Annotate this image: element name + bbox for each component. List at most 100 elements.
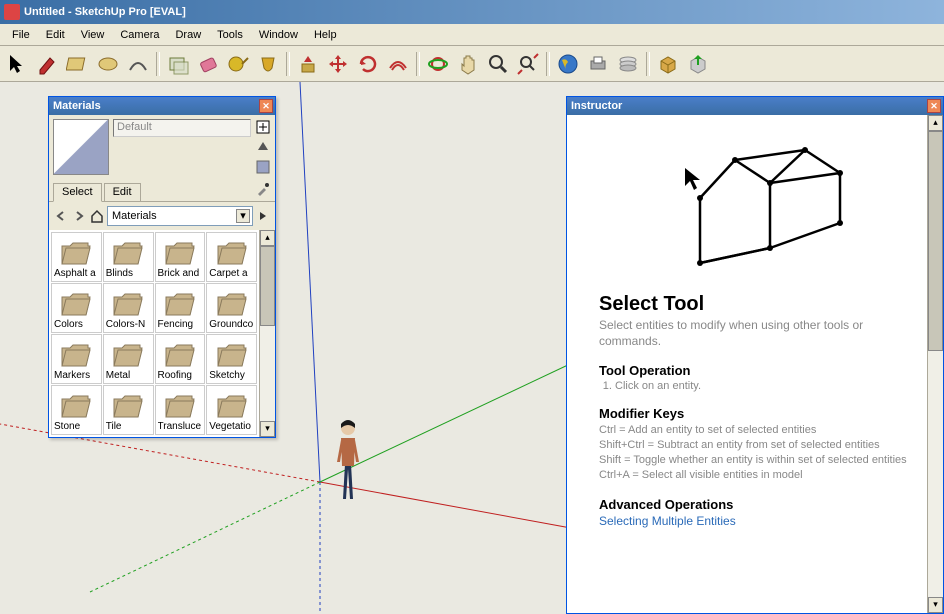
make-component-tool[interactable] <box>164 50 192 78</box>
materials-panel[interactable]: Materials ✕ Default Select Edit <box>48 96 276 438</box>
material-folder[interactable]: Tile <box>103 385 154 435</box>
move-tool[interactable] <box>324 50 352 78</box>
menu-window[interactable]: Window <box>251 27 306 43</box>
material-preview-swatch[interactable] <box>53 119 109 175</box>
menu-help[interactable]: Help <box>306 27 345 43</box>
material-folder-label: Vegetatio <box>209 421 254 432</box>
getmodels-tool[interactable] <box>554 50 582 78</box>
instructor-tool-title: Select Tool <box>599 293 911 316</box>
close-icon[interactable]: ✕ <box>927 99 941 113</box>
offset-tool[interactable] <box>384 50 412 78</box>
menu-file[interactable]: File <box>4 27 38 43</box>
rectangle-tool[interactable] <box>64 50 92 78</box>
scroll-down-icon[interactable]: ▾ <box>928 597 943 613</box>
material-folder[interactable]: Asphalt a <box>51 232 102 282</box>
material-folder[interactable]: Colors-N <box>103 283 154 333</box>
material-folder[interactable]: Transluce <box>155 385 206 435</box>
menu-draw[interactable]: Draw <box>167 27 209 43</box>
material-folder-label: Fencing <box>158 319 203 330</box>
material-folder[interactable]: Markers <box>51 334 102 384</box>
details-menu-icon[interactable] <box>255 208 271 224</box>
pushpull-tool[interactable] <box>294 50 322 78</box>
material-folder-label: Stone <box>54 421 99 432</box>
menu-edit[interactable]: Edit <box>38 27 73 43</box>
material-folder[interactable]: Stone <box>51 385 102 435</box>
main-toolbar <box>0 46 944 82</box>
material-folder-label: Tile <box>106 421 151 432</box>
paint-tool[interactable] <box>254 50 282 78</box>
material-folder-label: Roofing <box>158 370 203 381</box>
instructor-panel[interactable]: Instructor ✕ <box>566 96 944 614</box>
instructor-titlebar[interactable]: Instructor ✕ <box>567 97 943 115</box>
material-folder[interactable]: Vegetatio <box>206 385 257 435</box>
warehouse-tool[interactable] <box>654 50 682 78</box>
material-folder[interactable]: Blinds <box>103 232 154 282</box>
rotate-tool[interactable] <box>354 50 382 78</box>
chevron-down-icon[interactable]: ▾ <box>236 209 250 223</box>
home-icon[interactable] <box>89 208 105 224</box>
material-folder-label: Colors-N <box>106 319 151 330</box>
back-face-swatch-icon[interactable] <box>255 159 271 175</box>
nav-forward-icon[interactable] <box>71 208 87 224</box>
menu-camera[interactable]: Camera <box>112 27 167 43</box>
materials-library-combo[interactable]: Materials ▾ <box>107 206 253 226</box>
material-folder[interactable]: Metal <box>103 334 154 384</box>
app-icon <box>4 4 20 20</box>
circle-tool[interactable] <box>94 50 122 78</box>
scrollbar-thumb[interactable] <box>260 246 275 326</box>
instructor-adv-heading: Advanced Operations <box>599 497 911 512</box>
material-folder[interactable]: Brick and <box>155 232 206 282</box>
material-name-input[interactable]: Default <box>113 119 251 137</box>
eraser-tool[interactable] <box>194 50 222 78</box>
tape-tool[interactable] <box>224 50 252 78</box>
create-material-icon[interactable] <box>255 119 271 135</box>
line-tool[interactable] <box>34 50 62 78</box>
materials-grid: Asphalt a Blinds Brick and Carpet a Colors Co… <box>49 230 259 437</box>
materials-scrollbar[interactable]: ▴ ▾ <box>259 230 275 437</box>
zoom-extents-tool[interactable] <box>514 50 542 78</box>
scroll-down-icon[interactable]: ▾ <box>260 421 275 437</box>
scroll-up-icon[interactable]: ▴ <box>260 230 275 246</box>
arc-tool[interactable] <box>124 50 152 78</box>
material-folder-label: Carpet a <box>209 268 254 279</box>
material-folder[interactable]: Groundco <box>206 283 257 333</box>
material-folder-label: Sketchy <box>209 370 254 381</box>
pan-tool[interactable] <box>454 50 482 78</box>
material-folder-label: Groundco <box>209 319 254 330</box>
scrollbar-thumb[interactable] <box>928 131 943 351</box>
window-title: Untitled - SketchUp Pro [EVAL] <box>24 6 186 18</box>
menu-view[interactable]: View <box>73 27 113 43</box>
material-folder[interactable]: Carpet a <box>206 232 257 282</box>
orbit-tool[interactable] <box>424 50 452 78</box>
instructor-adv-link[interactable]: Selecting Multiple Entities <box>599 514 736 528</box>
material-folder-label: Metal <box>106 370 151 381</box>
layers-tool[interactable] <box>614 50 642 78</box>
material-folder-label: Markers <box>54 370 99 381</box>
tab-select[interactable]: Select <box>53 183 102 202</box>
zoom-tool[interactable] <box>484 50 512 78</box>
select-tool[interactable] <box>4 50 32 78</box>
material-folder-label: Brick and <box>158 268 203 279</box>
share-tool[interactable] <box>684 50 712 78</box>
menubar: File Edit View Camera Draw Tools Window … <box>0 24 944 46</box>
scroll-up-icon[interactable]: ▴ <box>928 115 943 131</box>
menu-tools[interactable]: Tools <box>209 27 251 43</box>
cursor-arrow-icon <box>685 168 700 190</box>
material-folder-label: Blinds <box>106 268 151 279</box>
material-folder[interactable]: Colors <box>51 283 102 333</box>
materials-titlebar[interactable]: Materials ✕ <box>49 97 275 115</box>
tab-edit[interactable]: Edit <box>104 183 141 201</box>
nav-back-icon[interactable] <box>53 208 69 224</box>
eyedropper-icon[interactable] <box>255 181 271 197</box>
material-folder-label: Asphalt a <box>54 268 99 279</box>
instructor-scrollbar[interactable]: ▴ ▾ <box>927 115 943 613</box>
close-icon[interactable]: ✕ <box>259 99 273 113</box>
set-default-icon[interactable] <box>255 139 271 155</box>
instructor-illustration <box>599 123 911 283</box>
material-folder[interactable]: Sketchy <box>206 334 257 384</box>
instructor-op-step: Click on an entity. <box>615 380 911 392</box>
material-folder[interactable]: Roofing <box>155 334 206 384</box>
material-folder[interactable]: Fencing <box>155 283 206 333</box>
print-tool[interactable] <box>584 50 612 78</box>
combo-value: Materials <box>112 210 157 222</box>
